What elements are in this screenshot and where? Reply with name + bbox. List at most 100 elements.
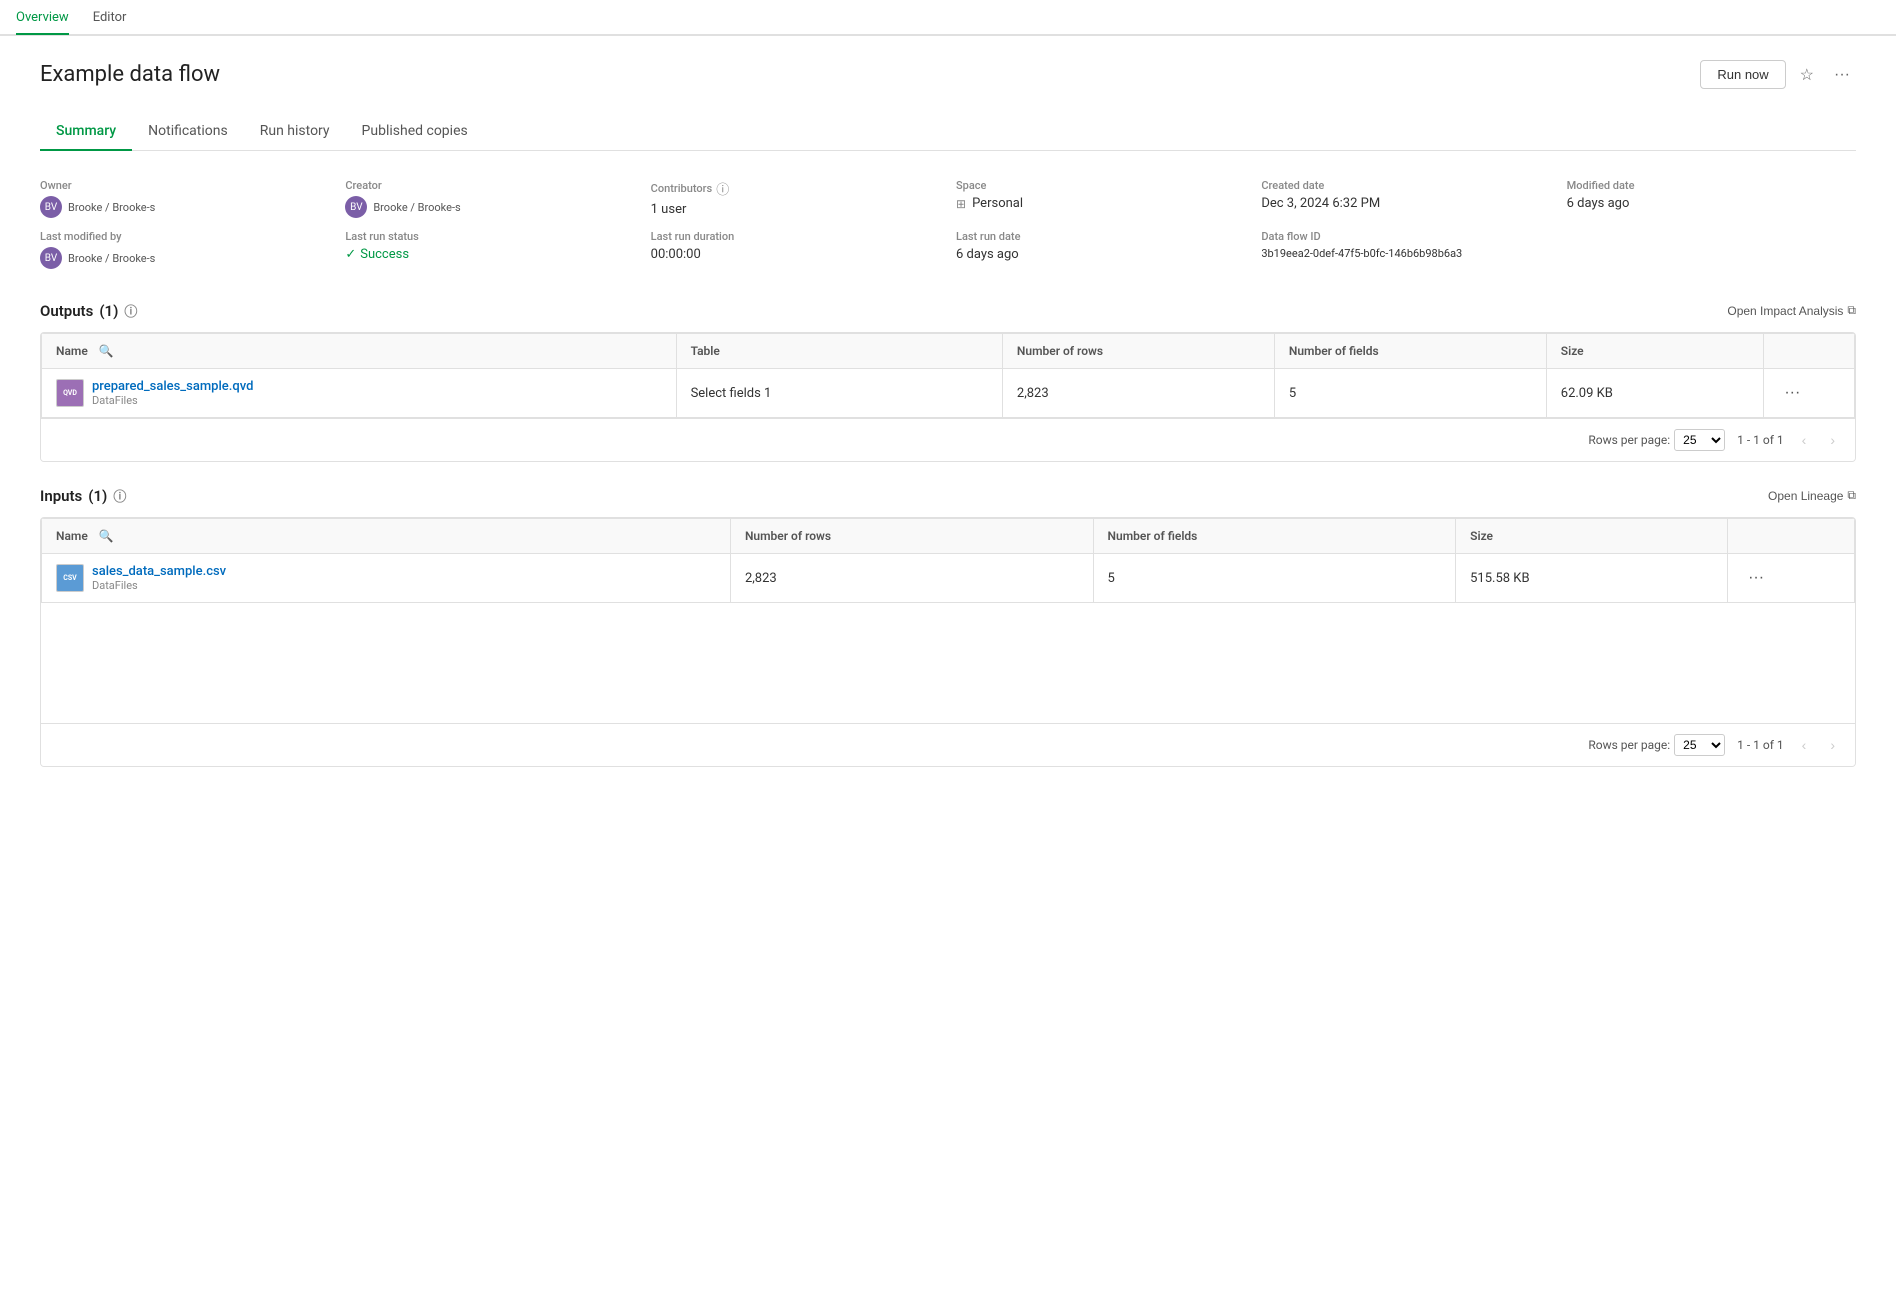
metadata-row1: Owner BV Brooke / Brooke-s Creator BV Br… (40, 179, 1856, 218)
contributors-value: 1 user (651, 202, 940, 217)
table-row: QVD prepared_sales_sample.qvd DataFiles … (42, 369, 1855, 418)
outputs-row-fields-cell: 5 (1274, 369, 1546, 418)
inputs-name-search-icon[interactable]: 🔍 (99, 529, 114, 543)
inputs-prev-page-button[interactable]: ‹ (1796, 735, 1813, 755)
run-now-button[interactable]: Run now (1700, 60, 1785, 89)
inputs-row-more-button[interactable]: ··· (1742, 567, 1770, 589)
csv-file-icon: CSV (56, 564, 84, 592)
tab-notifications[interactable]: Notifications (132, 113, 244, 151)
metadata-contributors: Contributors ⓘ 1 user (651, 179, 940, 218)
metadata-last-run-date: Last run date 6 days ago (956, 230, 1245, 269)
metadata-modified-date: Modified date 6 days ago (1567, 179, 1856, 218)
outputs-file-name: QVD prepared_sales_sample.qvd DataFiles (56, 379, 662, 407)
metadata-owner: Owner BV Brooke / Brooke-s (40, 179, 329, 218)
outputs-row-actions-cell: ··· (1764, 369, 1855, 418)
created-date-label: Created date (1261, 179, 1550, 192)
outputs-pagination-range: 1 - 1 of 1 (1737, 433, 1783, 447)
inputs-row-actions-cell: ··· (1728, 554, 1855, 603)
contributors-label: Contributors ⓘ (651, 179, 940, 198)
last-run-status-value: ✓ Success (345, 247, 634, 262)
inputs-file-name: CSV sales_data_sample.csv DataFiles (56, 564, 716, 592)
outputs-table-container: Name 🔍 Table Number of rows Number of fi… (40, 332, 1856, 462)
outputs-row-size-cell: 62.09 KB (1546, 369, 1764, 418)
metadata-created-date: Created date Dec 3, 2024 6:32 PM (1261, 179, 1550, 218)
outputs-prev-page-button[interactable]: ‹ (1796, 430, 1813, 450)
last-run-date-label: Last run date (956, 230, 1245, 243)
outputs-header: Outputs (1) ⓘ Open Impact Analysis ⧉ (40, 301, 1856, 320)
inputs-file-sub: DataFiles (92, 579, 226, 592)
metadata-last-run-status: Last run status ✓ Success (345, 230, 634, 269)
tab-run-history[interactable]: Run history (244, 113, 346, 151)
inputs-pagination-range: 1 - 1 of 1 (1737, 738, 1783, 752)
creator-label: Creator (345, 179, 634, 192)
lineage-external-link-icon: ⧉ (1847, 488, 1856, 503)
inputs-section: Inputs (1) ⓘ Open Lineage ⧉ Name 🔍 Numbe… (40, 486, 1856, 767)
last-modified-by-label: Last modified by (40, 230, 329, 243)
outputs-file-name-text[interactable]: prepared_sales_sample.qvd (92, 379, 253, 394)
outputs-row-table-cell: Select fields 1 (676, 369, 1002, 418)
inputs-row-name-cell: CSV sales_data_sample.csv DataFiles (42, 554, 731, 603)
creator-text: Brooke / Brooke-s (373, 201, 460, 214)
contributors-info-icon[interactable]: ⓘ (716, 179, 729, 198)
inputs-title: Inputs (1) ⓘ (40, 486, 126, 505)
open-impact-analysis-button[interactable]: Open Impact Analysis ⧉ (1727, 303, 1856, 318)
owner-value: BV Brooke / Brooke-s (40, 196, 329, 218)
modified-date-value: 6 days ago (1567, 196, 1856, 211)
top-nav-editor[interactable]: Editor (93, 2, 127, 35)
metadata-last-modified-by: Last modified by BV Brooke / Brooke-s (40, 230, 329, 269)
last-modified-avatar: BV (40, 247, 62, 269)
owner-label: Owner (40, 179, 329, 192)
external-link-icon: ⧉ (1847, 303, 1856, 318)
page-title: Example data flow (40, 62, 220, 87)
page-content: Example data flow Run now ☆ ··· Summary … (0, 36, 1896, 815)
owner-text: Brooke / Brooke-s (68, 201, 155, 214)
outputs-rows-per-page: Rows per page: 25 50 100 (1588, 429, 1725, 451)
inputs-empty-space (41, 603, 1855, 723)
inputs-header: Inputs (1) ⓘ Open Lineage ⧉ (40, 486, 1856, 505)
inputs-table-container: Name 🔍 Number of rows Number of fields S… (40, 517, 1856, 767)
inputs-info-icon[interactable]: ⓘ (113, 486, 126, 505)
outputs-pagination: Rows per page: 25 50 100 1 - 1 of 1 ‹ › (41, 418, 1855, 461)
outputs-file-sub: DataFiles (92, 394, 253, 407)
outputs-row-name-cell: QVD prepared_sales_sample.qvd DataFiles (42, 369, 677, 418)
inputs-next-page-button[interactable]: › (1824, 735, 1841, 755)
inputs-col-size: Size (1456, 519, 1728, 554)
outputs-info-icon[interactable]: ⓘ (124, 301, 137, 320)
inputs-row-size-cell: 515.58 KB (1456, 554, 1728, 603)
outputs-col-actions (1764, 334, 1855, 369)
outputs-row-more-button[interactable]: ··· (1778, 382, 1806, 404)
modified-date-label: Modified date (1567, 179, 1856, 192)
outputs-name-search-icon[interactable]: 🔍 (99, 344, 114, 358)
outputs-table: Name 🔍 Table Number of rows Number of fi… (41, 333, 1855, 418)
outputs-col-rows: Number of rows (1002, 334, 1274, 369)
open-lineage-button[interactable]: Open Lineage ⧉ (1768, 488, 1856, 503)
inputs-col-name: Name 🔍 (42, 519, 731, 554)
outputs-file-info: prepared_sales_sample.qvd DataFiles (92, 379, 253, 407)
metadata-empty (1567, 230, 1856, 269)
tab-summary[interactable]: Summary (40, 113, 132, 151)
inputs-file-name-text[interactable]: sales_data_sample.csv (92, 564, 226, 579)
inputs-table: Name 🔍 Number of rows Number of fields S… (41, 518, 1855, 603)
last-modified-text: Brooke / Brooke-s (68, 252, 155, 265)
outputs-next-page-button[interactable]: › (1824, 430, 1841, 450)
page-header: Example data flow Run now ☆ ··· (40, 60, 1856, 89)
more-options-button[interactable]: ··· (1828, 62, 1856, 88)
outputs-col-table: Table (676, 334, 1002, 369)
inputs-col-rows: Number of rows (730, 519, 1093, 554)
inputs-col-actions (1728, 519, 1855, 554)
creator-avatar: BV (345, 196, 367, 218)
last-run-status-label: Last run status (345, 230, 634, 243)
check-icon: ✓ (345, 247, 356, 262)
outputs-row-rows-cell: 2,823 (1002, 369, 1274, 418)
inputs-table-header: Name 🔍 Number of rows Number of fields S… (42, 519, 1855, 554)
top-nav: Overview Editor (0, 0, 1896, 36)
header-actions: Run now ☆ ··· (1700, 60, 1856, 89)
outputs-table-header: Name 🔍 Table Number of rows Number of fi… (42, 334, 1855, 369)
top-nav-overview[interactable]: Overview (16, 2, 69, 35)
inputs-file-info: sales_data_sample.csv DataFiles (92, 564, 226, 592)
outputs-rows-per-page-select[interactable]: 25 50 100 (1674, 429, 1725, 451)
creator-value: BV Brooke / Brooke-s (345, 196, 634, 218)
inputs-rows-per-page-select[interactable]: 25 50 100 (1674, 734, 1725, 756)
star-button[interactable]: ☆ (1794, 61, 1820, 89)
tab-published-copies[interactable]: Published copies (346, 113, 484, 151)
